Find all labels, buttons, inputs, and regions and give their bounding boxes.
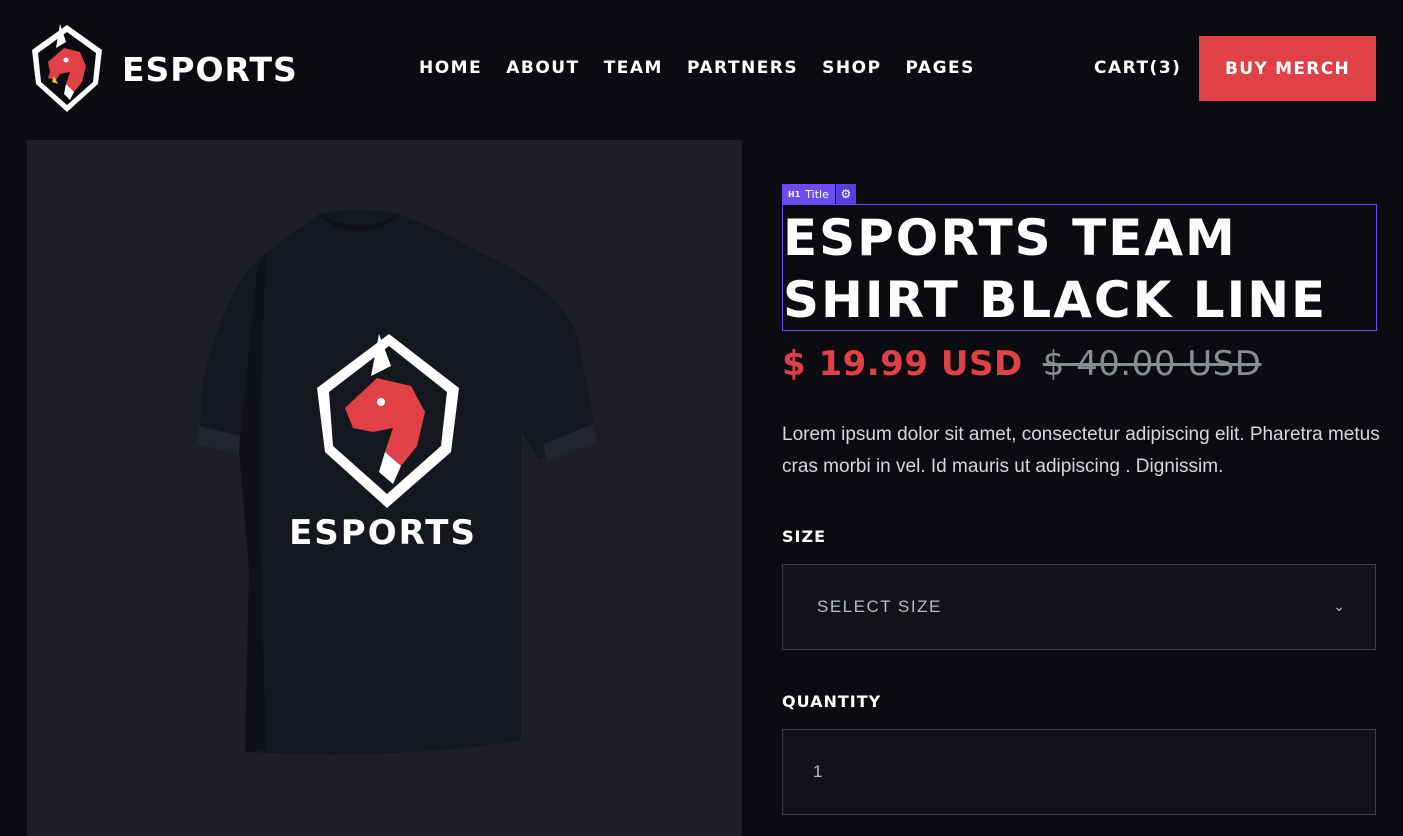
heading-level-badge: H1 xyxy=(788,189,801,199)
brand-logo-link[interactable]: ESPORTS xyxy=(26,22,298,116)
size-select-value: SELECT SIZE xyxy=(817,597,942,616)
editor-tag-label-group: H1 Title xyxy=(782,184,835,204)
product-title: ESPORTS TEAM SHIRT BLACK LINE xyxy=(783,207,1376,331)
dragon-shield-logo-icon xyxy=(32,24,102,112)
original-price: $ 40.00 USD xyxy=(1042,344,1262,384)
editor-tag-label: Title xyxy=(805,187,829,201)
size-label: SIZE xyxy=(782,527,827,546)
product-page: ESPORTS HOME ABOUT TEAM PARTNERS SHOP PA… xyxy=(0,0,1403,836)
cart-link[interactable]: CART(3) xyxy=(1094,58,1181,78)
buy-merch-button[interactable]: BUY MERCH xyxy=(1199,36,1376,101)
main-nav: HOME ABOUT TEAM PARTNERS SHOP PAGES xyxy=(419,58,975,78)
brand-name: ESPORTS xyxy=(122,49,298,89)
quantity-label: QUANTITY xyxy=(782,692,882,711)
sale-price: $ 19.99 USD xyxy=(782,344,1023,384)
editor-element-tag[interactable]: H1 Title ⚙ xyxy=(782,184,856,204)
site-header: ESPORTS HOME ABOUT TEAM PARTNERS SHOP PA… xyxy=(0,0,1403,140)
nav-team[interactable]: TEAM xyxy=(604,58,663,78)
nav-partners[interactable]: PARTNERS xyxy=(687,58,798,78)
product-title-line-2: SHIRT BLACK LINE xyxy=(783,271,1328,329)
price-row: $ 19.99 USD $ 40.00 USD xyxy=(782,344,1261,384)
tshirt-product-image: ESPORTS xyxy=(197,210,597,755)
nav-home[interactable]: HOME xyxy=(419,58,482,78)
product-image-panel: ESPORTS xyxy=(27,140,742,836)
size-select[interactable]: SELECT SIZE ⌄ xyxy=(782,564,1376,650)
nav-shop[interactable]: SHOP xyxy=(822,58,881,78)
nav-pages[interactable]: PAGES xyxy=(906,58,975,78)
product-description: Lorem ipsum dolor sit amet, consectetur … xyxy=(782,424,1380,477)
quantity-input[interactable] xyxy=(782,729,1376,815)
nav-about[interactable]: ABOUT xyxy=(506,58,579,78)
tshirt-print-text: ESPORTS xyxy=(289,513,477,553)
title-selection-box[interactable]: ESPORTS TEAM SHIRT BLACK LINE xyxy=(782,204,1377,331)
gear-icon[interactable]: ⚙ xyxy=(835,184,856,204)
chevron-down-icon: ⌄ xyxy=(1333,599,1345,615)
product-title-line-1: ESPORTS TEAM xyxy=(783,209,1237,267)
